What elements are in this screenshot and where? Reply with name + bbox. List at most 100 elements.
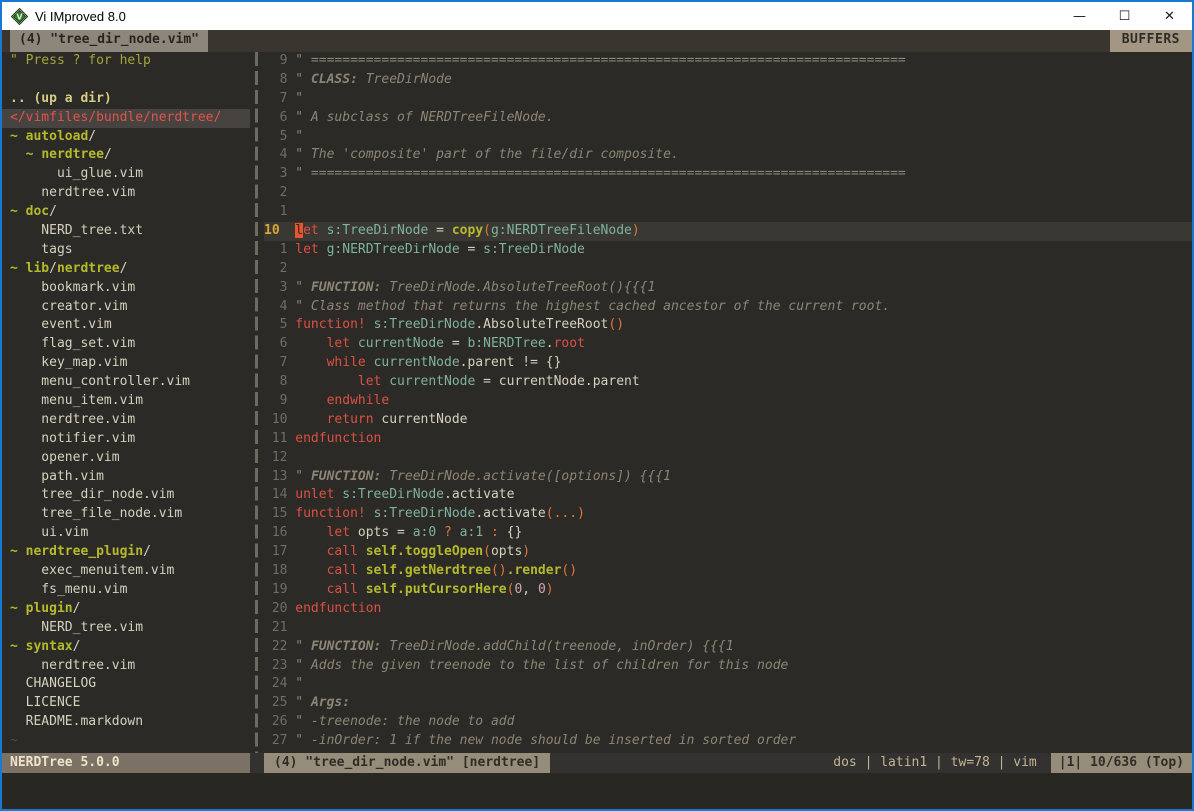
tree-item[interactable]: key_map.vim xyxy=(10,354,250,373)
tree-item[interactable]: ui_glue.vim xyxy=(10,165,250,184)
tree-item[interactable]: ~ xyxy=(10,732,250,751)
tree-item[interactable]: ~ doc/ xyxy=(10,203,250,222)
tree-item[interactable]: opener.vim xyxy=(10,449,250,468)
code-line[interactable]: 9" =====================================… xyxy=(264,52,1192,71)
buffers-label: BUFFERS xyxy=(1110,30,1192,52)
code-area[interactable]: 9" =====================================… xyxy=(264,52,1192,753)
code-line[interactable]: 7" xyxy=(264,90,1192,109)
tree-item[interactable]: notifier.vim xyxy=(10,430,250,449)
code-line[interactable]: 2 xyxy=(264,260,1192,279)
minimize-button[interactable]: — xyxy=(1057,2,1102,30)
line-number: 21 xyxy=(264,619,287,638)
line-number: 5 xyxy=(264,316,287,335)
tree-item[interactable]: event.vim xyxy=(10,316,250,335)
buffer-tab[interactable]: (4) "tree_dir_node.vim" xyxy=(10,30,208,52)
tree-item[interactable]: ~ lib/nerdtree/ xyxy=(10,260,250,279)
code-line[interactable]: 4" Class method that returns the highest… xyxy=(264,298,1192,317)
code-line[interactable]: 5" xyxy=(264,128,1192,147)
close-button[interactable]: ✕ xyxy=(1147,2,1192,30)
tree-item[interactable]: tags xyxy=(10,241,250,260)
tree-item[interactable]: menu_controller.vim xyxy=(10,373,250,392)
vim-icon: V xyxy=(11,8,28,25)
line-number: 7 xyxy=(264,354,287,373)
line-number: 24 xyxy=(264,675,287,694)
code-line[interactable]: 21 xyxy=(264,619,1192,638)
line-number: 11 xyxy=(264,430,287,449)
code-line[interactable]: 27" -inOrder: 1 if the new node should b… xyxy=(264,732,1192,751)
tree-item[interactable]: tree_file_node.vim xyxy=(10,505,250,524)
code-line[interactable]: 12 xyxy=(264,449,1192,468)
code-line[interactable]: 24" xyxy=(264,675,1192,694)
code-line[interactable]: 16 let opts = a:0 ? a:1 : {} xyxy=(264,524,1192,543)
tree-item[interactable]: LICENCE xyxy=(10,694,250,713)
tree-item[interactable]: exec_menuitem.vim xyxy=(10,562,250,581)
line-number: 20 xyxy=(264,600,287,619)
tree-item[interactable]: README.markdown xyxy=(10,713,250,732)
code-line[interactable]: 13" FUNCTION: TreeDirNode.activate([opti… xyxy=(264,468,1192,487)
line-number: 27 xyxy=(264,732,287,751)
line-number: 22 xyxy=(264,638,287,657)
code-line[interactable]: 1 xyxy=(264,203,1192,222)
tree-item[interactable]: bookmark.vim xyxy=(10,279,250,298)
code-line[interactable]: 26" -treenode: the node to add xyxy=(264,713,1192,732)
tree-item[interactable]: fs_menu.vim xyxy=(10,581,250,600)
line-number: 16 xyxy=(264,524,287,543)
tree-item[interactable]: ~ plugin/ xyxy=(10,600,250,619)
tree-item[interactable]: ui.vim xyxy=(10,524,250,543)
tree-item[interactable]: ~ nerdtree_plugin/ xyxy=(10,543,250,562)
code-line[interactable]: 14unlet s:TreeDirNode.activate xyxy=(264,486,1192,505)
tree-item[interactable]: nerdtree.vim xyxy=(10,411,250,430)
code-line[interactable]: 3" =====================================… xyxy=(264,165,1192,184)
tree-item[interactable]: NERD_tree.txt xyxy=(10,222,250,241)
tree-item[interactable]: ~ syntax/ xyxy=(10,638,250,657)
code-line[interactable]: 8" CLASS: TreeDirNode xyxy=(264,71,1192,90)
tree-item[interactable]: CHANGELOG xyxy=(10,675,250,694)
tree-item[interactable]: path.vim xyxy=(10,468,250,487)
line-number: 6 xyxy=(264,335,287,354)
code-line[interactable]: 18 call self.getNerdtree().render() xyxy=(264,562,1192,581)
code-line[interactable]: 17 call self.toggleOpen(opts) xyxy=(264,543,1192,562)
tree-item[interactable]: tree_dir_node.vim xyxy=(10,486,250,505)
tree-item[interactable]: ~ autoload/ xyxy=(10,128,250,147)
code-line[interactable]: 25" Args: xyxy=(264,694,1192,713)
nerdtree-panel[interactable]: " Press ? for help .. (up a dir)</vimfile… xyxy=(2,52,250,753)
code-line[interactable]: 7 while currentNode.parent != {} xyxy=(264,354,1192,373)
line-number: 9 xyxy=(264,52,287,71)
window-separator[interactable] xyxy=(250,52,264,753)
code-line[interactable]: 23" Adds the given treenode to the list … xyxy=(264,657,1192,676)
code-line[interactable]: 1let g:NERDTreeDirNode = s:TreeDirNode xyxy=(264,241,1192,260)
tree-item[interactable]: " Press ? for help xyxy=(10,52,250,71)
tree-item[interactable]: nerdtree.vim xyxy=(10,657,250,676)
command-line[interactable] xyxy=(2,773,1192,809)
code-line[interactable]: 5function! s:TreeDirNode.AbsoluteTreeRoo… xyxy=(264,316,1192,335)
code-line[interactable]: 9 endwhile xyxy=(264,392,1192,411)
tree-item[interactable]: nerdtree.vim xyxy=(10,184,250,203)
code-line[interactable]: 4" The 'composite' part of the file/dir … xyxy=(264,146,1192,165)
tree-item[interactable]: flag_set.vim xyxy=(10,335,250,354)
tree-item[interactable]: creator.vim xyxy=(10,298,250,317)
code-line[interactable]: 2 xyxy=(264,184,1192,203)
code-line[interactable]: 20endfunction xyxy=(264,600,1192,619)
line-number: 14 xyxy=(264,486,287,505)
line-number: 19 xyxy=(264,581,287,600)
tree-item[interactable]: .. (up a dir) xyxy=(10,90,250,109)
code-line[interactable]: 10let s:TreeDirNode = copy(g:NERDTreeFil… xyxy=(264,222,1192,241)
line-number: 6 xyxy=(264,109,287,128)
code-line[interactable]: 8 let currentNode = currentNode.parent xyxy=(264,373,1192,392)
tree-item[interactable] xyxy=(10,71,250,90)
code-line[interactable]: 15function! s:TreeDirNode.activate(...) xyxy=(264,505,1192,524)
code-line[interactable]: 6 let currentNode = b:NERDTree.root xyxy=(264,335,1192,354)
tree-item[interactable]: NERD_tree.vim xyxy=(10,619,250,638)
code-line[interactable]: 10 return currentNode xyxy=(264,411,1192,430)
tree-item[interactable]: </vimfiles/bundle/nerdtree/ xyxy=(2,109,250,128)
maximize-button[interactable]: ☐ xyxy=(1102,2,1147,30)
code-line[interactable]: 6" A subclass of NERDTreeFileNode. xyxy=(264,109,1192,128)
code-line[interactable]: 19 call self.putCursorHere(0, 0) xyxy=(264,581,1192,600)
code-line[interactable]: 11endfunction xyxy=(264,430,1192,449)
line-number: 25 xyxy=(264,694,287,713)
tree-item[interactable]: menu_item.vim xyxy=(10,392,250,411)
tree-item[interactable]: ~ nerdtree/ xyxy=(10,146,250,165)
code-line[interactable]: 3" FUNCTION: TreeDirNode.AbsoluteTreeRoo… xyxy=(264,279,1192,298)
code-line[interactable]: 22" FUNCTION: TreeDirNode.addChild(treen… xyxy=(264,638,1192,657)
line-number: 2 xyxy=(264,260,287,279)
